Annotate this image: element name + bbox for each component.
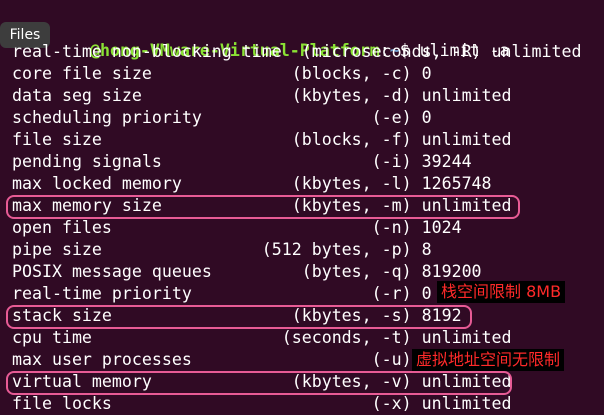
- annotation-virtual-unlimited: 虚拟地址空间无限制: [412, 349, 565, 371]
- output-line-max-user-processes: max user processes (-u) 62662: [12, 350, 472, 369]
- terminal-window[interactable]: Files @hong-VMware-Virtual-Platform:~$ u…: [0, 0, 604, 414]
- output-line-pipe-size: pipe size (512 bytes, -p) 8: [12, 240, 432, 259]
- output-line-core-file-size: core file size (blocks, -c) 0: [12, 64, 432, 83]
- output-line-cpu-time: cpu time (seconds, -t) unlimited: [12, 328, 512, 347]
- output-line-max-locked-memory: max locked memory (kbytes, -l) 1265748: [12, 174, 492, 193]
- prompt-line: @hong-VMware-Virtual-Platform:~$ ulimit …: [12, 18, 510, 60]
- output-line-realtime-priority: real-time priority (-r) 0: [12, 284, 432, 303]
- output-line-open-files: open files (-n) 1024: [12, 218, 462, 237]
- highlight-virtual-memory: [6, 371, 512, 395]
- output-line-file-size: file size (blocks, -f) unlimited: [12, 130, 512, 149]
- output-line-realtime-nonblocking: real-time non-blocking time (microsecond…: [12, 42, 582, 61]
- output-line-pending-signals: pending signals (-i) 39244: [12, 152, 472, 171]
- output-line-scheduling-priority: scheduling priority (-e) 0: [12, 108, 432, 127]
- highlight-stack-size: [6, 305, 472, 329]
- output-line-data-seg-size: data seg size (kbytes, -d) unlimited: [12, 86, 512, 105]
- highlight-max-memory-size: [6, 195, 520, 219]
- annotation-stack-limit: 栈空间限制 8MB: [437, 281, 566, 303]
- output-line-posix-message-queues: POSIX message queues (bytes, -q) 819200: [12, 262, 482, 281]
- output-line-file-locks: file locks (-x) unlimited: [12, 394, 512, 413]
